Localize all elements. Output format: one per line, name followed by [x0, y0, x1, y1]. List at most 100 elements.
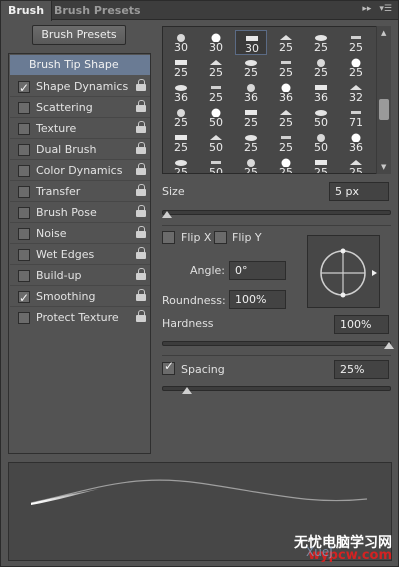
brush-pose-checkbox[interactable] [18, 207, 30, 219]
texture-checkbox[interactable] [18, 123, 30, 135]
brush-tip-cell[interactable]: 50 [305, 105, 337, 130]
spacing-slider-knob[interactable] [182, 387, 193, 394]
brush-tip-cell[interactable]: 25 [305, 55, 337, 80]
brush-tip-cell[interactable]: 36 [235, 80, 267, 105]
brush-tip-cell[interactable]: 30 [235, 30, 267, 55]
spacing-field[interactable]: 25% [334, 360, 389, 379]
brush-tip-cell[interactable]: 25 [235, 130, 267, 155]
angle-roundness-widget[interactable] [307, 235, 380, 308]
noise-checkbox[interactable] [18, 228, 30, 240]
brush-tip-cell[interactable]: 25 [235, 55, 267, 80]
lock-icon[interactable] [136, 79, 146, 91]
dual-brush-checkbox[interactable] [18, 144, 30, 156]
brush-tip-cell[interactable]: 36 [165, 80, 197, 105]
brush-tip-cell[interactable]: 25 [270, 55, 302, 80]
brush-tip-cell[interactable]: 25 [200, 80, 232, 105]
angle-field[interactable]: 0° [229, 261, 286, 280]
sidebar-item-transfer[interactable]: Transfer [10, 182, 150, 202]
brush-tip-cell[interactable]: 36 [270, 80, 302, 105]
brush-tip-cell[interactable]: 25 [340, 155, 372, 173]
brush-tip-cell[interactable]: 25 [305, 155, 337, 173]
brush-tip-cell[interactable]: 36 [340, 130, 372, 155]
wet-edges-checkbox[interactable] [18, 249, 30, 261]
flip-y-checkbox[interactable] [214, 231, 227, 244]
sidebar-item-smoothing[interactable]: Smoothing [10, 287, 150, 308]
brush-tip-cell[interactable]: 25 [200, 55, 232, 80]
brush-tip-cell[interactable]: 50 [200, 105, 232, 130]
transfer-checkbox[interactable] [18, 186, 30, 198]
lock-icon[interactable] [136, 142, 146, 154]
lock-icon[interactable] [136, 205, 146, 217]
sidebar-item-color-dynamics[interactable]: Color Dynamics [10, 161, 150, 181]
brush-tip-cell[interactable]: 50 [305, 130, 337, 155]
lock-icon[interactable] [136, 268, 146, 280]
size-slider-knob[interactable] [161, 211, 172, 218]
tab-brush[interactable]: Brush [1, 1, 53, 21]
collapse-panel-icon[interactable]: ▸▸ [362, 4, 371, 14]
hardness-slider[interactable] [162, 341, 391, 346]
lock-icon[interactable] [136, 310, 146, 322]
brush-tip-grid[interactable]: 30 30 30 25 25 25 25 25 25 25 25 25 36 25 36 36 36 32 25 50… [162, 26, 391, 174]
roundness-field[interactable]: 100% [229, 290, 286, 309]
sidebar-item-wet-edges[interactable]: Wet Edges [10, 245, 150, 265]
sidebar-item-noise[interactable]: Noise [10, 224, 150, 244]
brush-tip-icon [278, 82, 294, 93]
hardness-slider-knob[interactable] [383, 342, 394, 349]
lock-icon[interactable] [136, 247, 146, 259]
brush-presets-button[interactable]: Brush Presets [32, 25, 126, 45]
brush-tip-cell[interactable]: 25 [340, 55, 372, 80]
build-up-checkbox[interactable] [18, 270, 30, 282]
sidebar-item-dual-brush[interactable]: Dual Brush [10, 140, 150, 160]
brush-tip-cell[interactable]: 30 [200, 30, 232, 55]
panel-menu-icon[interactable]: ▾☰ [379, 4, 392, 14]
brush-grid-scrollbar[interactable]: ▲ ▼ [376, 26, 391, 174]
sidebar-item-brush-tip-shape[interactable]: Brush Tip Shape [10, 55, 150, 75]
brush-tip-cell[interactable]: 50 [200, 155, 232, 173]
brush-tip-cell[interactable]: 25 [235, 105, 267, 130]
brush-tip-cell[interactable]: 25 [235, 155, 267, 173]
sidebar-item-shape-dynamics[interactable]: Shape Dynamics [10, 77, 150, 98]
size-field[interactable]: 5 px [329, 182, 389, 201]
brush-tip-cell[interactable]: 25 [305, 30, 337, 55]
lock-icon[interactable] [136, 100, 146, 112]
panel-tab-bar: Brush Brush Presets ▸▸ ▾☰ [1, 1, 398, 21]
brush-tip-cell[interactable]: 25 [165, 130, 197, 155]
spacing-checkbox[interactable] [162, 359, 175, 375]
protect-texture-checkbox[interactable] [18, 312, 30, 324]
smoothing-checkbox[interactable] [18, 288, 30, 308]
brush-tip-cell[interactable]: 30 [165, 30, 197, 55]
color-dynamics-checkbox[interactable] [18, 165, 30, 177]
scroll-up-icon[interactable]: ▲ [381, 29, 386, 37]
hardness-field[interactable]: 100% [334, 315, 389, 334]
size-slider[interactable] [162, 210, 391, 215]
brush-tip-cell[interactable]: 71 [340, 105, 372, 130]
brush-tip-cell[interactable]: 25 [340, 30, 372, 55]
brush-tip-cell[interactable]: 25 [165, 155, 197, 173]
sidebar-item-scattering[interactable]: Scattering [10, 98, 150, 118]
brush-tip-cell[interactable]: 25 [165, 55, 197, 80]
lock-icon[interactable] [136, 184, 146, 196]
brush-tip-cell[interactable]: 25 [270, 30, 302, 55]
flip-x-checkbox[interactable] [162, 231, 175, 244]
sidebar-item-protect-texture[interactable]: Protect Texture [10, 308, 150, 328]
brush-tip-cell[interactable]: 25 [270, 155, 302, 173]
tab-brush-presets[interactable]: Brush Presets [47, 1, 148, 20]
scroll-down-icon[interactable]: ▼ [381, 163, 386, 171]
scattering-checkbox[interactable] [18, 102, 30, 114]
brush-tip-cell[interactable]: 50 [200, 130, 232, 155]
sidebar-item-texture[interactable]: Texture [10, 119, 150, 139]
brush-tip-cell[interactable]: 25 [270, 105, 302, 130]
lock-icon[interactable] [136, 121, 146, 133]
sidebar-item-build-up[interactable]: Build-up [10, 266, 150, 286]
brush-tip-cell[interactable]: 32 [340, 80, 372, 105]
shape-dynamics-checkbox[interactable] [18, 78, 30, 98]
lock-icon[interactable] [136, 289, 146, 301]
brush-tip-cell[interactable]: 25 [165, 105, 197, 130]
brush-tip-cell[interactable]: 36 [305, 80, 337, 105]
brush-tip-cell[interactable]: 25 [270, 130, 302, 155]
spacing-slider[interactable] [162, 386, 391, 391]
lock-icon[interactable] [136, 226, 146, 238]
scrollbar-thumb[interactable] [379, 99, 389, 120]
lock-icon[interactable] [136, 163, 146, 175]
sidebar-item-brush-pose[interactable]: Brush Pose [10, 203, 150, 223]
